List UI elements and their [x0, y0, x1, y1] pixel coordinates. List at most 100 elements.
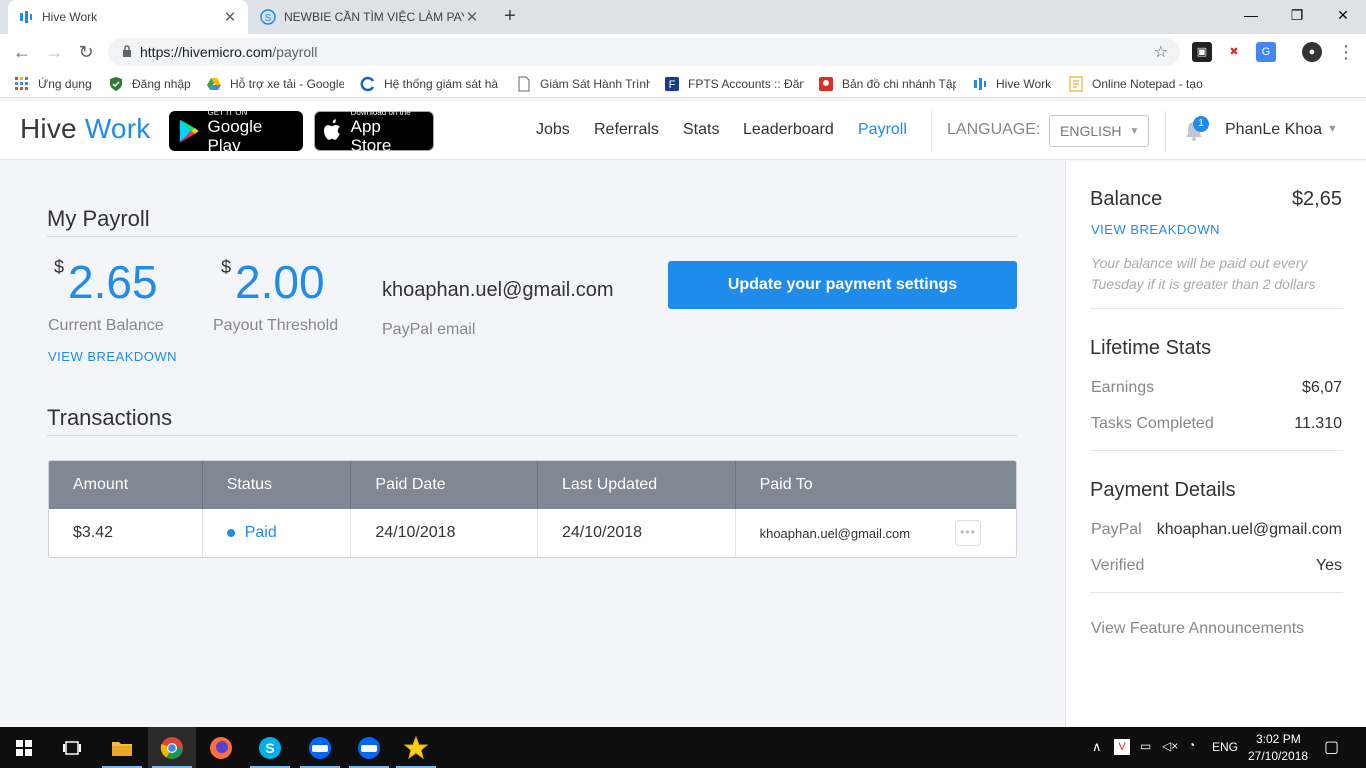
tab-hive-work[interactable]: Hive Work ✕ [8, 0, 248, 34]
sidebar: Balance $2,65 VIEW BREAKDOWN Your balanc… [1065, 161, 1366, 727]
bookmark-map[interactable]: Bản đồ chi nhánh Tập [818, 75, 956, 93]
battery-icon[interactable]: ▭ [1140, 739, 1151, 753]
site-header: Hive Work GET IT ON Google Play Download… [0, 101, 1366, 160]
clock-date[interactable]: 27/10/2018 [1248, 749, 1308, 763]
view-breakdown-link[interactable]: VIEW BREAKDOWN [48, 349, 177, 364]
payment-details-title: Payment Details [1090, 479, 1236, 501]
task-view-icon[interactable] [48, 727, 96, 768]
back-icon[interactable]: ← [10, 40, 34, 64]
skype-icon[interactable]: S [246, 727, 294, 768]
input-language[interactable]: ENG [1212, 740, 1238, 754]
speaker-muted-icon[interactable]: ◁× [1162, 739, 1178, 753]
svg-text:F: F [669, 79, 676, 91]
bookmark-apps[interactable]: Ứng dụng [14, 75, 98, 93]
app-store-badge[interactable]: Download on the App Store [314, 108, 434, 155]
bookmark-label: FPTS Accounts :: Đăng [688, 77, 804, 91]
forward-icon[interactable]: → [42, 40, 66, 64]
status-badge: Paid [244, 524, 277, 541]
tasks-completed-label: Tasks Completed [1091, 415, 1214, 432]
notepad-icon [1068, 76, 1084, 92]
chevron-up-icon[interactable]: ∧ [1092, 739, 1102, 755]
site-logo[interactable]: Hive Work [20, 113, 150, 145]
firefox-icon[interactable] [197, 727, 245, 768]
paypal-value: khoaphan.uel@gmail.com [1156, 521, 1342, 538]
wifi-icon[interactable]: ◔ [1188, 738, 1195, 752]
star-app-icon[interactable] [392, 727, 440, 768]
avatar[interactable]: ● [1302, 42, 1322, 62]
address-bar[interactable]: https://hivemicro.com/payroll ☆ [108, 38, 1180, 66]
currency-symbol: $ [54, 257, 65, 277]
bookmark-label: Giám Sát Hành Trình [540, 77, 650, 91]
tab-newbie[interactable]: S NEWBIE CẦN TÌM VIỆC LÀM PAY ✕ [250, 0, 490, 34]
bookmark-giam-sat[interactable]: Hệ thống giám sát hà [360, 75, 498, 93]
nav-stats[interactable]: Stats [683, 121, 719, 139]
taskbar: S ∧ V ▭ ◁× ◔ ENG 3:02 PM 27/10/2018 ▢ [0, 727, 1366, 768]
update-payment-settings-button[interactable]: Update your payment settings [668, 261, 1017, 309]
window-close-button[interactable]: ✕ [1320, 0, 1366, 30]
divider [47, 435, 1017, 436]
star-icon[interactable]: ☆ [1154, 42, 1168, 62]
bookmark-hanh-trinh[interactable]: Giám Sát Hành Trình [516, 75, 650, 93]
column-header-last-updated: Last Updated [538, 461, 736, 509]
nav-payroll[interactable]: Payroll [858, 121, 907, 139]
table-row: $3.42 Paid 24/10/2018 24/10/2018 khoapha… [49, 509, 1016, 557]
svg-text:S: S [265, 13, 272, 24]
chevron-down-icon: ▼ [1129, 125, 1140, 137]
restore-button[interactable]: ❐ [1274, 0, 1320, 30]
table-header: Amount Status Paid Date Last Updated Pai… [49, 461, 1016, 509]
status-dot-icon [226, 529, 235, 537]
zalo-icon[interactable] [345, 727, 393, 768]
cell-amount: $3.42 [49, 509, 203, 557]
bookmark-drive[interactable]: Hỗ trợ xe tải - Google [206, 75, 344, 93]
current-balance-value: 2.65 [68, 256, 158, 308]
view-breakdown-link[interactable]: VIEW BREAKDOWN [1091, 222, 1220, 237]
google-play-small-text: GET IT ON [207, 107, 248, 117]
logo-text-hive: Hive [20, 113, 77, 144]
username[interactable]: PhanLe Khoa [1225, 121, 1322, 139]
page-title: My Payroll [47, 206, 150, 231]
divider [47, 236, 1017, 237]
view-feature-announcements-link[interactable]: View Feature Announcements [1091, 620, 1304, 638]
chrome-icon[interactable] [148, 727, 196, 768]
notification-center-icon[interactable]: ▢ [1324, 737, 1339, 757]
language-label: LANGUAGE: [947, 121, 1041, 138]
main-content: My Payroll $2.65 Current Balance VIEW BR… [0, 161, 1065, 727]
new-tab-button[interactable]: + [498, 4, 522, 28]
cell-status: Paid [203, 509, 352, 557]
lifetime-stats-title: Lifetime Stats [1090, 337, 1212, 359]
bookmark-notepad[interactable]: Online Notepad - tạo [1068, 75, 1204, 93]
header-divider [1165, 111, 1166, 151]
reload-icon[interactable]: ↻ [74, 40, 98, 64]
more-options-button[interactable]: ••• [954, 520, 981, 546]
language-select[interactable]: ENGLISH ▼ [1049, 115, 1149, 147]
bookmark-hive-work[interactable]: Hive Work [972, 75, 1056, 93]
zalo-icon[interactable] [296, 727, 344, 768]
transactions-table: Amount Status Paid Date Last Updated Pai… [48, 460, 1017, 558]
translate-icon[interactable]: G [1256, 42, 1276, 62]
cell-last-updated: 24/10/2018 [538, 509, 736, 557]
minimize-button[interactable]: — [1228, 0, 1274, 30]
language-value: ENGLISH [1060, 123, 1122, 139]
google-play-icon [179, 119, 199, 143]
close-icon[interactable]: ✕ [464, 8, 480, 26]
clock-time[interactable]: 3:02 PM [1256, 732, 1301, 746]
earnings-value: $6,07 [1301, 379, 1342, 396]
mute-icon[interactable]: ✖ [1224, 42, 1244, 62]
divider [1090, 592, 1343, 593]
nav-jobs[interactable]: Jobs [536, 121, 570, 139]
header-divider [931, 111, 932, 151]
nav-leaderboard[interactable]: Leaderboard [743, 121, 834, 139]
extension-icon[interactable]: ▣ [1192, 42, 1212, 62]
chevron-down-icon[interactable]: ▼ [1327, 123, 1338, 135]
google-play-badge[interactable]: GET IT ON Google Play [169, 107, 303, 155]
windows-start-icon[interactable] [0, 727, 48, 768]
menu-icon[interactable]: ⋮ [1334, 40, 1358, 64]
tab-title: NEWBIE CẦN TÌM VIỆC LÀM PAY [284, 10, 464, 24]
bookmark-fpts[interactable]: F FPTS Accounts :: Đăng [664, 75, 804, 93]
vivaldi-tray-icon[interactable]: V [1114, 739, 1130, 755]
bookmark-login[interactable]: Đăng nhập [108, 75, 192, 93]
close-icon[interactable]: ✕ [222, 8, 238, 26]
nav-referrals[interactable]: Referrals [594, 121, 659, 139]
file-explorer-icon[interactable] [98, 727, 146, 768]
browser-toolbar: ← → ↻ https://hivemicro.com/payroll ☆ ▣ … [0, 34, 1366, 70]
